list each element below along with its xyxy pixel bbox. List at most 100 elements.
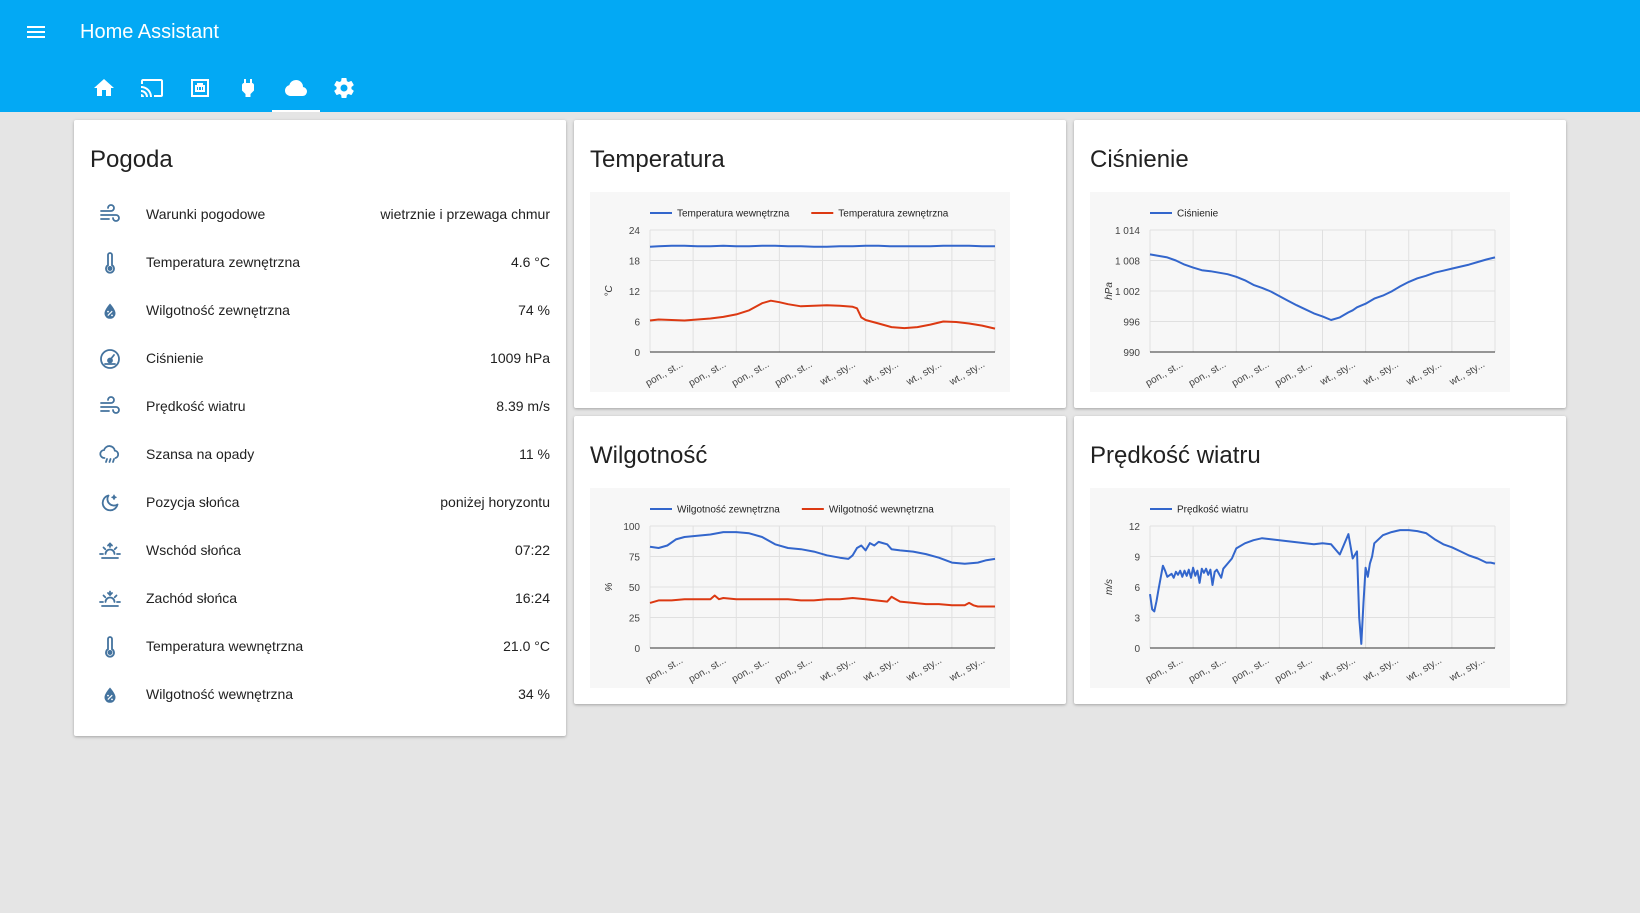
- home-icon: [94, 79, 114, 96]
- x-tick-label: pon., st...: [687, 655, 728, 685]
- y-tick-label: 6: [1134, 583, 1140, 594]
- wind-speed-chart[interactable]: 0 3 6 9 12 m/s pon., st... pon., st... pon., st.…: [1090, 488, 1510, 688]
- x-tick-label: wt., sty...: [947, 655, 987, 684]
- row-label: Ciśnienie: [146, 350, 204, 366]
- tab-settings[interactable]: [320, 72, 368, 112]
- wind-speed-card: Prędkość wiatru 0 3 6 9 12 m/s pon., st... pon.…: [1074, 416, 1566, 704]
- weather-windy-icon: [98, 395, 122, 419]
- x-tick-label: pon., st...: [1187, 655, 1228, 685]
- y-tick-label: 990: [1123, 348, 1140, 359]
- weather-card-title: Pogoda: [90, 146, 173, 173]
- weather-row-sunrise[interactable]: Wschód słońca 07:22: [90, 527, 550, 575]
- row-label: Pozycja słońca: [146, 494, 240, 510]
- pressure-chart-svg: 990 996 1 002 1 008 1 014 hPa pon., st... pon.,…: [1104, 209, 1496, 389]
- pressure-card-title: Ciśnienie: [1090, 146, 1189, 173]
- y-tick-label: 9: [1134, 553, 1140, 564]
- y-tick-label: 24: [629, 226, 641, 237]
- x-tick-label: wt., sty...: [1361, 655, 1401, 684]
- x-tick-label: pon., st...: [687, 359, 728, 389]
- weather-row-pressure[interactable]: Ciśnienie 1009 hPa: [90, 335, 550, 383]
- x-tick-label: wt., sty...: [818, 655, 858, 684]
- x-tick-label: wt., sty...: [1404, 655, 1444, 684]
- y-tick-label: 1 008: [1115, 257, 1140, 268]
- weather-row-indoor-temperature[interactable]: Temperatura wewnętrzna 21.0 °C: [90, 623, 550, 671]
- wind-speed-card-title: Prędkość wiatru: [1090, 442, 1261, 469]
- weather-sunset-up-icon: [98, 539, 122, 563]
- y-axis-title: °C: [604, 285, 615, 297]
- row-label: Zachód słońca: [146, 590, 238, 606]
- weather-row-precipitation[interactable]: Szansa na opady 11 %: [90, 431, 550, 479]
- row-value: 74 %: [518, 302, 550, 318]
- legend-label: Prędkość wiatru: [1177, 505, 1248, 516]
- y-axis-title: hPa: [1104, 282, 1115, 300]
- view-tabs: [80, 72, 368, 112]
- row-label: Temperatura wewnętrzna: [146, 638, 304, 654]
- weather-sunset-down-icon: [98, 587, 122, 611]
- x-tick-label: wt., sty...: [1447, 359, 1487, 388]
- menu-button[interactable]: [24, 20, 48, 44]
- tab-network[interactable]: [176, 72, 224, 112]
- y-tick-label: 1 002: [1115, 287, 1140, 298]
- temperature-chart[interactable]: 0 6 12 18 24 °C pon., st... pon., st... pon., st…: [590, 192, 1010, 392]
- x-tick-label: wt., sty...: [1447, 655, 1487, 684]
- row-label: Wilgotność zewnętrzna: [146, 302, 290, 318]
- y-tick-label: 12: [1129, 522, 1141, 533]
- legend-label: Temperatura wewnętrzna: [677, 209, 790, 220]
- y-tick-label: 18: [629, 257, 641, 268]
- pressure-card: Ciśnienie 990 996 1 002 1 008 1 014 hPa pon., …: [1074, 120, 1566, 408]
- cast-icon: [141, 79, 163, 97]
- series-line: [649, 244, 995, 248]
- temperature-card: Temperatura 0 6 12 18 24 °C pon., st... pon., s…: [574, 120, 1066, 408]
- x-tick-label: wt., sty...: [1318, 359, 1358, 388]
- row-value: 34 %: [518, 686, 550, 702]
- app-title: Home Assistant: [80, 21, 219, 43]
- x-tick-label: pon., st...: [1230, 359, 1271, 389]
- row-value: 11 %: [519, 446, 550, 462]
- tab-weather[interactable]: [272, 72, 320, 112]
- weather-row-wind-speed[interactable]: Prędkość wiatru 8.39 m/s: [90, 383, 550, 431]
- y-tick-label: 12: [629, 287, 641, 298]
- weather-row-outdoor-temperature[interactable]: Temperatura zewnętrzna 4.6 °C: [90, 239, 550, 287]
- x-tick-label: pon., st...: [644, 655, 685, 685]
- row-value: poniżej horyzontu: [440, 494, 550, 510]
- row-label: Prędkość wiatru: [146, 398, 246, 414]
- x-tick-label: wt., sty...: [1404, 359, 1444, 388]
- x-tick-label: pon., st...: [730, 359, 771, 389]
- row-label: Temperatura zewnętrzna: [146, 254, 301, 270]
- row-value: 07:22: [514, 542, 550, 558]
- y-tick-label: 75: [629, 553, 641, 564]
- tab-home[interactable]: [80, 72, 128, 112]
- row-value: wietrznie i przewaga chmur: [380, 206, 550, 222]
- y-axis-title: %: [604, 582, 615, 591]
- weather-row-outdoor-humidity[interactable]: Wilgotność zewnętrzna 74 %: [90, 287, 550, 335]
- x-tick-label: pon., st...: [1273, 655, 1314, 685]
- thermometer-icon: [98, 251, 122, 275]
- thermometer-icon: [98, 635, 122, 659]
- x-tick-label: pon., st...: [1230, 655, 1271, 685]
- weather-row-indoor-humidity[interactable]: Wilgotność wewnętrzna 34 %: [90, 671, 550, 719]
- row-value: 8.39 m/s: [496, 398, 550, 414]
- y-tick-label: 50: [629, 583, 641, 594]
- humidity-chart[interactable]: 0 25 50 75 100% pon., st... pon., st... pon., s…: [590, 488, 1010, 688]
- tab-media[interactable]: [128, 72, 176, 112]
- x-tick-label: wt., sty...: [818, 359, 858, 388]
- x-tick-label: pon., st...: [1144, 655, 1185, 685]
- row-value: 4.6 °C: [510, 254, 550, 270]
- row-label: Szansa na opady: [146, 446, 255, 462]
- x-tick-label: pon., st...: [1273, 359, 1314, 389]
- legend-label: Ciśnienie: [1177, 209, 1219, 220]
- y-tick-label: 996: [1123, 318, 1140, 329]
- x-tick-label: wt., sty...: [947, 359, 987, 388]
- y-tick-label: 0: [634, 348, 640, 359]
- menu-icon: [27, 26, 45, 38]
- weather-row-sunset[interactable]: Zachód słońca 16:24: [90, 575, 550, 623]
- y-axis-title: m/s: [1104, 579, 1115, 595]
- weather-row-sun-position[interactable]: Pozycja słońca poniżej horyzontu: [90, 479, 550, 527]
- pressure-chart[interactable]: 990 996 1 002 1 008 1 014 hPa pon., st... pon.,…: [1090, 192, 1510, 392]
- weather-row-condition[interactable]: Warunki pogodowe wietrznie i przewaga ch…: [90, 191, 550, 239]
- weather-night-icon: [98, 491, 122, 515]
- y-tick-label: 25: [629, 614, 641, 625]
- tab-power[interactable]: [224, 72, 272, 112]
- y-tick-label: 1 014: [1115, 226, 1140, 237]
- legend-label: Temperatura zewnętrzna: [838, 209, 948, 220]
